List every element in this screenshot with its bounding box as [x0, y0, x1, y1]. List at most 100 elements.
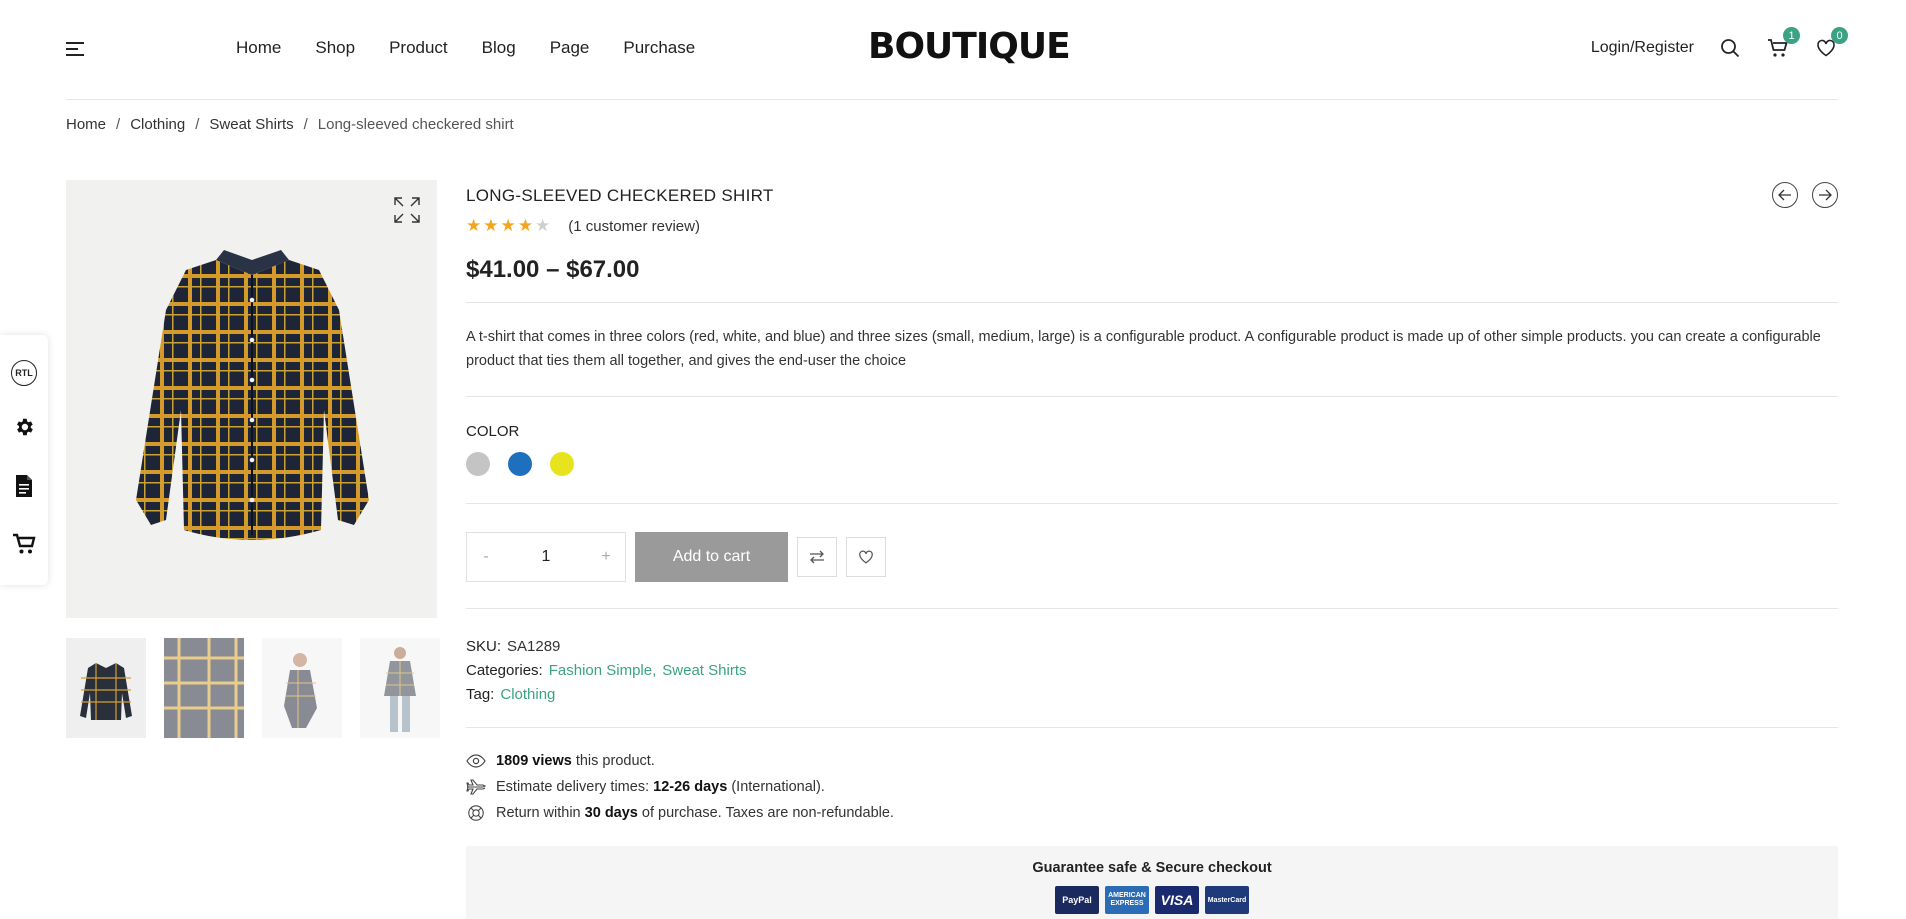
quantity-input[interactable]: 1 — [505, 548, 587, 566]
color-swatch-blue[interactable] — [508, 452, 532, 476]
visa-icon: VISA — [1155, 886, 1199, 914]
lifebuoy-icon — [468, 805, 484, 821]
gear-icon[interactable] — [13, 416, 35, 443]
nav-shop[interactable]: Shop — [315, 38, 355, 58]
heart-icon — [859, 550, 873, 564]
star-icon: ★ — [517, 216, 533, 235]
views-suffix: this product. — [575, 753, 655, 769]
category-link-sweat-shirts[interactable]: Sweat Shirts — [662, 662, 746, 679]
next-product-arrow-icon[interactable] — [1812, 182, 1838, 208]
star-icon: ★ — [483, 216, 499, 235]
thumbnail-2[interactable] — [164, 638, 244, 738]
tag-label: Tag: — [466, 686, 495, 703]
product-rating: ★ ★ ★ ★ ★ (1 customer review) — [466, 216, 1838, 236]
compare-icon — [810, 550, 824, 564]
product-thumbnails — [66, 638, 440, 738]
star-icon: ★ — [535, 216, 551, 235]
nav-purchase[interactable]: Purchase — [623, 38, 695, 58]
breadcrumb-current: Long-sleeved checkered shirt — [317, 116, 514, 133]
nav-product[interactable]: Product — [389, 38, 448, 58]
quantity-stepper: - 1 + — [466, 532, 626, 582]
site-header: Home Shop Product Blog Page Purchase BOU… — [66, 0, 1848, 100]
nav-home[interactable]: Home — [236, 38, 281, 58]
menu-icon[interactable] — [66, 42, 84, 58]
return-days: 30 days — [584, 805, 638, 821]
color-swatches — [466, 452, 1838, 503]
delivery-days: 12-26 days — [653, 779, 728, 795]
purchase-actions: - 1 + Add to cart — [466, 504, 1838, 608]
product-summary: LONG-SLEEVED CHECKERED SHIRT ★ ★ ★ ★ ★ (1 cu… — [466, 180, 1838, 919]
amex-icon: AMERICAN EXPRESS — [1105, 886, 1149, 914]
delivery-suffix: (International). — [731, 779, 825, 795]
categories-row: Categories: Fashion Simple, Sweat Shirts — [466, 662, 747, 679]
delivery-prefix: Estimate delivery times: — [496, 779, 650, 795]
side-toolbar: RTL — [0, 335, 48, 585]
product-nav-arrows — [1772, 182, 1838, 208]
breadcrumb-separator: / — [303, 116, 308, 133]
product-extra-info: 1809 views this product. Estimate delive… — [466, 728, 1838, 846]
paypal-icon: PayPal — [1055, 886, 1099, 914]
star-icon: ★ — [500, 216, 516, 235]
nav-blog[interactable]: Blog — [482, 38, 516, 58]
cart-icon[interactable]: 1 — [1766, 27, 1800, 60]
add-to-cart-button[interactable]: Add to cart — [635, 532, 788, 582]
categories-label: Categories: — [466, 662, 543, 679]
return-row: Return within 30 days of purchase. Taxes… — [466, 800, 1838, 826]
breadcrumb-separator: / — [116, 116, 121, 133]
secure-checkout-title: Guarantee safe & Secure checkout — [1032, 860, 1272, 876]
payment-methods: PayPal AMERICAN EXPRESS VISA MasterCard — [466, 886, 1838, 914]
color-swatch-gray[interactable] — [466, 452, 490, 476]
eye-icon — [466, 754, 486, 768]
search-icon[interactable] — [1718, 36, 1742, 60]
add-to-wishlist-button[interactable] — [846, 537, 886, 577]
views-count: 1809 views — [496, 753, 572, 769]
category-link-fashion-simple[interactable]: Fashion Simple — [549, 662, 652, 679]
mastercard-icon: MasterCard — [1205, 886, 1249, 914]
shopping-cart-icon[interactable] — [12, 533, 36, 560]
nav-page[interactable]: Page — [550, 38, 590, 58]
breadcrumb-separator: / — [195, 116, 200, 133]
color-label: COLOR — [466, 423, 520, 440]
views-row: 1809 views this product. — [466, 748, 1838, 774]
tag-link-clothing[interactable]: Clothing — [500, 686, 555, 703]
main-nav: Home Shop Product Blog Page Purchase — [236, 38, 695, 58]
cart-count-badge: 1 — [1783, 27, 1800, 44]
divider — [466, 396, 1838, 397]
breadcrumb: Home / Clothing / Sweat Shirts / Long-sl… — [66, 116, 514, 133]
expand-icon[interactable] — [393, 196, 421, 224]
compare-button[interactable] — [797, 537, 837, 577]
quantity-increase-button[interactable]: + — [587, 548, 625, 566]
checkered-shirt-image — [136, 250, 369, 540]
product-title: LONG-SLEEVED CHECKERED SHIRT — [466, 186, 774, 205]
rating-stars: ★ ★ ★ ★ ★ — [466, 216, 550, 236]
product-meta: SKU: SA1289 Categories: Fashion Simple, Swe… — [466, 609, 1838, 727]
prev-product-arrow-icon[interactable] — [1772, 182, 1798, 208]
sku-value: SA1289 — [507, 638, 561, 655]
airplane-icon — [466, 779, 486, 795]
site-logo[interactable]: BOUTIQUE — [868, 26, 1071, 67]
thumbnail-4[interactable] — [360, 638, 440, 738]
thumbnail-1[interactable] — [66, 638, 146, 738]
sku-row: SKU: SA1289 — [466, 635, 1838, 659]
header-actions: Login/Register 1 0 — [1591, 27, 1848, 60]
return-prefix: Return within — [496, 805, 581, 821]
quantity-decrease-button[interactable]: - — [467, 548, 505, 566]
color-swatch-yellow[interactable] — [550, 452, 574, 476]
breadcrumb-home[interactable]: Home — [66, 116, 106, 133]
document-icon[interactable] — [14, 474, 34, 503]
tag-row: Tag: Clothing — [466, 683, 1838, 707]
breadcrumb-sweat-shirts[interactable]: Sweat Shirts — [209, 116, 293, 133]
return-suffix: of purchase. Taxes are non-refundable. — [641, 805, 894, 821]
product-price: $41.00 – $67.00 — [466, 256, 640, 283]
review-count-link[interactable]: (1 customer review) — [568, 218, 700, 235]
rtl-toggle-icon[interactable]: RTL — [11, 360, 37, 387]
thumbnail-3[interactable] — [262, 638, 342, 738]
wishlist-count-badge: 0 — [1831, 27, 1848, 44]
breadcrumb-clothing[interactable]: Clothing — [130, 116, 185, 133]
product-main-image[interactable] — [66, 180, 437, 618]
wishlist-icon[interactable]: 0 — [1814, 27, 1848, 60]
sku-label: SKU: — [466, 638, 502, 655]
delivery-row: Estimate delivery times: 12-26 days (Int… — [466, 774, 1838, 800]
product-description: A t-shirt that comes in three colors (re… — [466, 329, 1821, 369]
login-register-link[interactable]: Login/Register — [1591, 39, 1694, 57]
